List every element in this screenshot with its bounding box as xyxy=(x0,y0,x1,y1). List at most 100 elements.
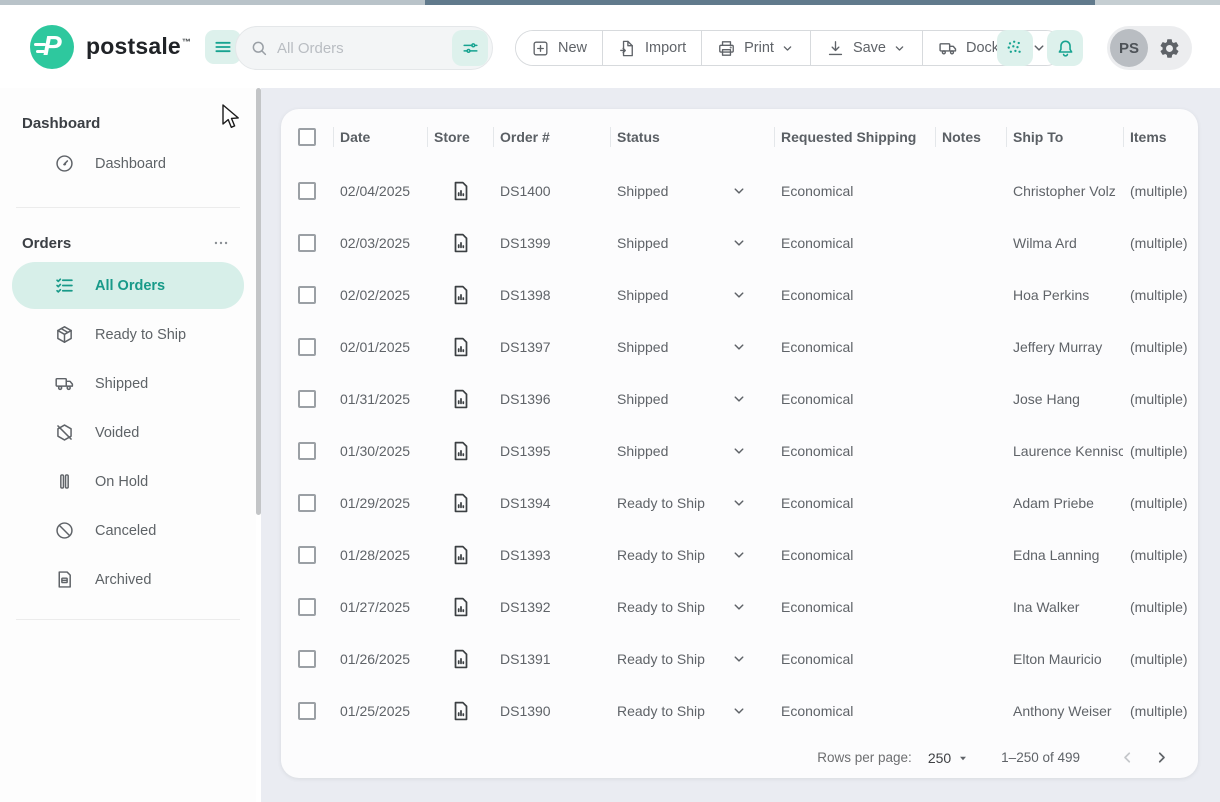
row-ship-to: Laurence Kennisc xyxy=(1006,443,1123,459)
row-items: (multiple) xyxy=(1123,495,1198,511)
row-checkbox[interactable] xyxy=(298,234,316,252)
status-dropdown[interactable]: Ready to Ship xyxy=(610,650,774,668)
sidebar-item-canceled[interactable]: Canceled xyxy=(12,507,244,554)
table-row[interactable]: 01/30/2025 DS1395 Shipped Economical Lau… xyxy=(281,425,1198,477)
sidebar-item-ready-to-ship[interactable]: Ready to Ship xyxy=(12,311,244,358)
select-all-checkbox[interactable] xyxy=(298,128,316,146)
table-row[interactable]: 01/27/2025 DS1392 Ready to Ship Economic… xyxy=(281,581,1198,633)
table-row[interactable]: 01/28/2025 DS1393 Ready to Ship Economic… xyxy=(281,529,1198,581)
row-order-number: DS1391 xyxy=(493,651,610,667)
row-checkbox[interactable] xyxy=(298,598,316,616)
row-status-label: Ready to Ship xyxy=(617,547,705,563)
file-chart-icon[interactable] xyxy=(450,544,472,566)
row-date: 01/27/2025 xyxy=(333,599,427,615)
sidebar-item-all-orders[interactable]: All Orders xyxy=(12,262,244,309)
toolbar-button-print[interactable]: Print xyxy=(702,31,811,65)
pagination-range: 1–250 of 499 xyxy=(1001,750,1080,765)
row-checkbox[interactable] xyxy=(298,390,316,408)
file-chart-icon[interactable] xyxy=(450,284,472,306)
column-header-items[interactable]: Items xyxy=(1123,109,1198,165)
row-requested-shipping: Economical xyxy=(774,495,935,511)
column-header-requested-shipping[interactable]: Requested Shipping xyxy=(774,109,935,165)
column-header-notes[interactable]: Notes xyxy=(935,109,1006,165)
row-requested-shipping: Economical xyxy=(774,599,935,615)
sidebar-item-archived[interactable]: Archived xyxy=(12,556,244,603)
toolbar-button-label: Print xyxy=(744,40,774,56)
status-dropdown[interactable]: Ready to Ship xyxy=(610,702,774,720)
table-row[interactable]: 02/04/2025 DS1400 Shipped Economical Chr… xyxy=(281,165,1198,217)
table-row[interactable]: 01/25/2025 DS1390 Ready to Ship Economic… xyxy=(281,685,1198,737)
chevron-right-icon xyxy=(1153,749,1170,766)
table-row[interactable]: 01/31/2025 DS1396 Shipped Economical Jos… xyxy=(281,373,1198,425)
status-dropdown[interactable]: Shipped xyxy=(610,286,774,304)
column-header-date[interactable]: Date xyxy=(333,109,427,165)
file-chart-icon[interactable] xyxy=(450,648,472,670)
search-bar[interactable]: All Orders xyxy=(235,26,493,70)
row-date: 01/28/2025 xyxy=(333,547,427,563)
sidebar-item-voided[interactable]: Voided xyxy=(12,409,244,456)
status-dropdown[interactable]: Shipped xyxy=(610,182,774,200)
sidebar-item-dashboard[interactable]: Dashboard xyxy=(12,140,244,187)
brand-logo[interactable]: P postsale™ xyxy=(30,25,191,69)
row-checkbox[interactable] xyxy=(298,702,316,720)
row-checkbox[interactable] xyxy=(298,286,316,304)
cancel-icon xyxy=(54,520,75,541)
search-filter-button[interactable] xyxy=(452,30,488,66)
table-row[interactable]: 01/26/2025 DS1391 Ready to Ship Economic… xyxy=(281,633,1198,685)
notifications-button[interactable] xyxy=(1047,30,1083,66)
row-ship-to: Jeffery Murray xyxy=(1006,339,1123,355)
chevron-down-icon xyxy=(730,546,748,564)
file-chart-icon[interactable] xyxy=(450,596,472,618)
row-date: 02/03/2025 xyxy=(333,235,427,251)
row-checkbox[interactable] xyxy=(298,650,316,668)
toolbar-button-save[interactable]: Save xyxy=(811,31,923,65)
header-right-cluster: PS xyxy=(997,26,1192,70)
status-dropdown[interactable]: Ready to Ship xyxy=(610,598,774,616)
settings-button[interactable] xyxy=(1154,33,1184,63)
row-checkbox[interactable] xyxy=(298,546,316,564)
file-chart-icon[interactable] xyxy=(450,336,472,358)
row-requested-shipping: Economical xyxy=(774,703,935,719)
file-chart-icon[interactable] xyxy=(450,388,472,410)
row-status-label: Ready to Ship xyxy=(617,599,705,615)
status-dropdown[interactable]: Shipped xyxy=(610,390,774,408)
file-chart-icon[interactable] xyxy=(450,232,472,254)
toolbar-button-import[interactable]: Import xyxy=(603,31,702,65)
status-dropdown[interactable]: Ready to Ship xyxy=(610,546,774,564)
table-row[interactable]: 01/29/2025 DS1394 Ready to Ship Economic… xyxy=(281,477,1198,529)
status-dropdown[interactable]: Ready to Ship xyxy=(610,494,774,512)
file-chart-icon[interactable] xyxy=(450,180,472,202)
file-chart-icon[interactable] xyxy=(450,440,472,462)
status-dropdown[interactable]: Shipped xyxy=(610,442,774,460)
user-menu[interactable]: PS xyxy=(1107,26,1192,70)
status-dropdown[interactable]: Shipped xyxy=(610,234,774,252)
row-checkbox[interactable] xyxy=(298,494,316,512)
avatar[interactable]: PS xyxy=(1110,29,1148,67)
toolbar-button-new[interactable]: New xyxy=(516,31,603,65)
sidebar-divider xyxy=(16,619,240,620)
column-header-order-number[interactable]: Order # xyxy=(493,109,610,165)
sidebar-item-on-hold[interactable]: On Hold xyxy=(12,458,244,505)
table-row[interactable]: 02/02/2025 DS1398 Shipped Economical Hoa… xyxy=(281,269,1198,321)
orders-section-menu-button[interactable] xyxy=(210,232,232,254)
column-header-store[interactable]: Store xyxy=(427,109,493,165)
file-chart-icon[interactable] xyxy=(450,700,472,722)
row-checkbox[interactable] xyxy=(298,182,316,200)
sidebar-section-orders: OrdersAll OrdersReady to ShipShippedVoid… xyxy=(0,232,256,620)
next-page-button[interactable] xyxy=(1144,741,1178,775)
file-chart-icon[interactable] xyxy=(450,492,472,514)
previous-page-button[interactable] xyxy=(1110,741,1144,775)
sidebar-item-shipped[interactable]: Shipped xyxy=(12,360,244,407)
column-header-ship-to[interactable]: Ship To xyxy=(1006,109,1123,165)
rows-per-page-select[interactable]: 250 xyxy=(928,750,969,766)
table-row[interactable]: 02/03/2025 DS1399 Shipped Economical Wil… xyxy=(281,217,1198,269)
row-checkbox[interactable] xyxy=(298,442,316,460)
status-dropdown[interactable]: Shipped xyxy=(610,338,774,356)
apps-launcher-button[interactable] xyxy=(997,30,1033,66)
table-row[interactable]: 02/01/2025 DS1397 Shipped Economical Jef… xyxy=(281,321,1198,373)
pause-icon xyxy=(54,471,75,492)
row-checkbox[interactable] xyxy=(298,338,316,356)
table-pagination: Rows per page: 250 1–250 of 499 xyxy=(281,737,1198,778)
printer-icon xyxy=(717,39,736,58)
column-header-status[interactable]: Status xyxy=(610,109,774,165)
